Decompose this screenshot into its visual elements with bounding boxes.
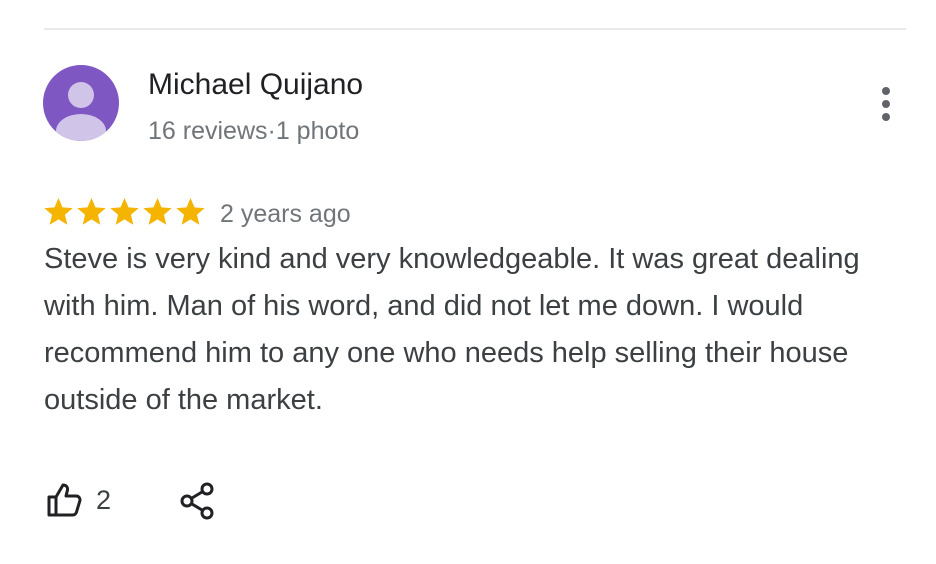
thumbs-up-icon xyxy=(47,483,82,517)
avatar[interactable] xyxy=(43,65,119,141)
star-icon xyxy=(77,197,106,225)
star-icon xyxy=(44,197,73,225)
more-vert-icon xyxy=(882,87,890,121)
review-text: Steve is very kind and very knowledgeabl… xyxy=(44,243,860,416)
star-rating xyxy=(42,194,207,230)
star-icon xyxy=(176,197,205,225)
like-button[interactable]: 2 xyxy=(44,478,111,522)
reviewer-meta[interactable]: 16 reviews·1 photo xyxy=(148,117,359,146)
top-divider xyxy=(44,28,906,30)
like-count: 2 xyxy=(96,484,112,515)
star-icon xyxy=(110,197,139,225)
share-button[interactable] xyxy=(176,480,218,522)
star-icon xyxy=(143,197,172,225)
reviewer-name[interactable]: Michael Quijano xyxy=(148,68,363,102)
more-options-button[interactable] xyxy=(868,82,904,126)
share-icon xyxy=(180,482,214,520)
person-avatar-icon xyxy=(43,65,119,141)
review-date: 2 years ago xyxy=(220,200,351,228)
